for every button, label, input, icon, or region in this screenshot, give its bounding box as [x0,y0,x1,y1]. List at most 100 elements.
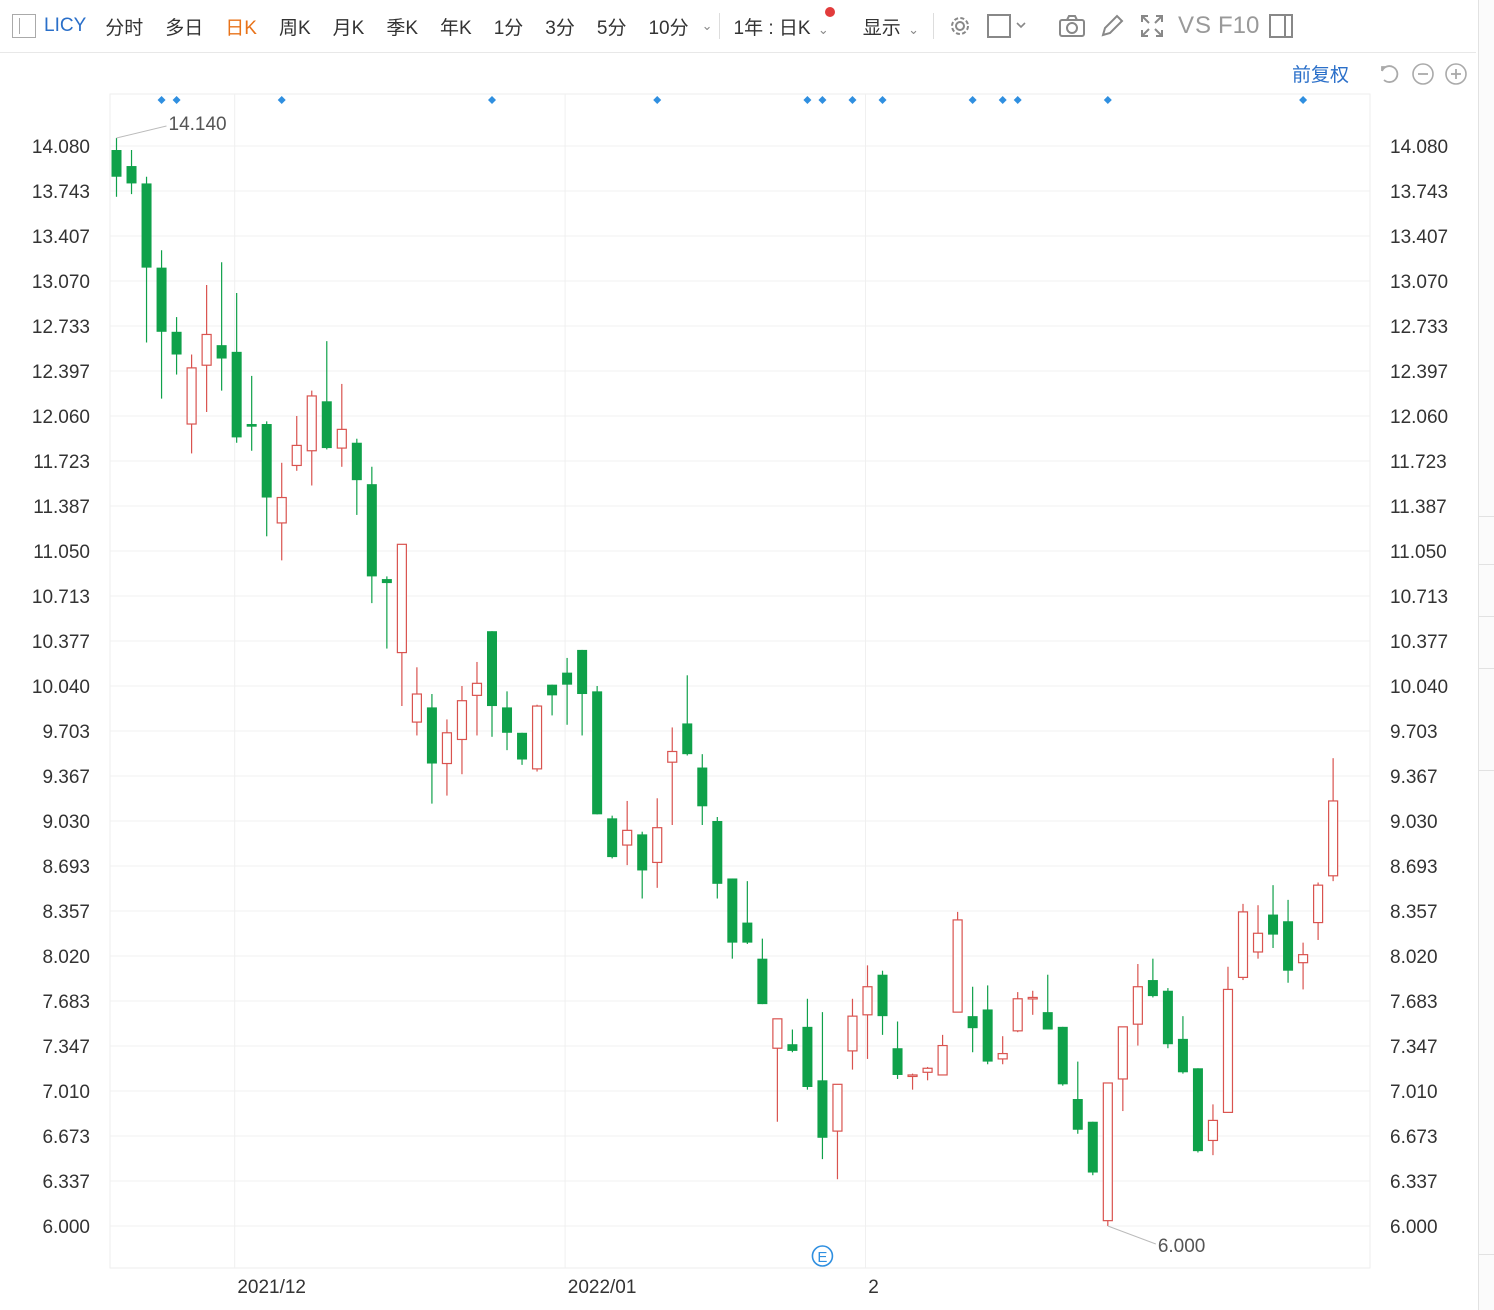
tab-9[interactable]: 5分 [586,13,638,40]
y-tick-label-right: 12.060 [1390,407,1448,428]
y-tick-label-left: 6.673 [42,1127,90,1148]
y-tick-label-left: 7.010 [42,1082,90,1103]
candle-body [922,1067,933,1073]
tab-3[interactable]: 周K [268,13,322,40]
dividend-marker [848,96,857,104]
y-tick-label-left: 9.030 [42,812,90,833]
y-tick-label-left: 13.070 [32,272,90,293]
range-selector[interactable]: 1年 : 日K ⌄ [726,6,837,40]
square-icon[interactable] [986,12,1030,40]
candle-body [1252,932,1264,953]
candle-body [847,1015,858,1052]
x-tick-label: 2 [868,1277,879,1298]
dividend-marker [818,96,827,104]
side-panel-edge [1478,0,1494,1310]
tab-8[interactable]: 3分 [534,13,586,40]
tab-6[interactable]: 年K [429,13,483,40]
candle-body [1117,1026,1128,1080]
candlestick-chart[interactable]: 14.080 14.080 13.743 13.743 13.407 13.407 13.0… [0,52,1476,1310]
y-tick-label-left: 12.397 [32,362,90,383]
dividend-marker [653,96,662,104]
candle-body [1162,990,1173,1045]
candle-body [1237,911,1249,978]
y-tick-label-right: 6.000 [1390,1217,1438,1238]
fullscreen-icon[interactable] [1138,12,1166,40]
y-tick-label-right: 6.673 [1390,1127,1438,1148]
y-tick-label-right: 13.407 [1390,227,1448,248]
candle-body [577,649,588,695]
candle-body [1057,1026,1068,1085]
y-tick-label-right: 8.357 [1390,902,1438,923]
tab-4[interactable]: 月K [322,13,376,40]
camera-icon[interactable] [1058,12,1086,40]
dividend-marker [172,96,181,104]
dividend-marker [968,96,977,104]
y-tick-label-right: 12.397 [1390,362,1448,383]
y-tick-label-right: 9.030 [1390,812,1438,833]
display-label: 显示 [862,17,901,39]
chevron-down-icon[interactable]: ⌄ [702,18,713,34]
y-tick-label-left: 10.377 [32,632,90,653]
f10-button[interactable]: F10 [1218,12,1259,40]
candle-body [1147,980,1158,997]
candle-body [351,442,362,481]
y-tick-label-right: 13.743 [1390,182,1448,203]
candle-body [907,1074,918,1078]
candle-body [171,331,182,355]
y-tick-label-right: 10.377 [1390,632,1448,653]
dividend-marker [1299,96,1308,104]
candle-body [727,878,738,943]
y-tick-label-right: 14.080 [1390,137,1448,158]
dividend-marker [1103,96,1112,104]
pencil-icon[interactable] [1098,12,1126,40]
x-tick-label: 2022/01 [568,1277,637,1298]
y-tick-label-left: 6.000 [42,1217,90,1238]
candle-body [411,693,422,723]
panel-icon[interactable] [1267,12,1295,40]
candle-body [1042,1012,1053,1030]
y-tick-label-right: 7.010 [1390,1082,1438,1103]
y-tick-label-right: 11.050 [1390,542,1447,563]
tab-1[interactable]: 多日 [154,13,214,40]
display-menu[interactable]: 显示 ⌄ [855,13,927,40]
y-tick-label-right: 10.713 [1390,587,1448,608]
candle-body [141,183,152,268]
candle-body [1207,1119,1219,1142]
y-tick-label-left: 6.337 [42,1172,90,1193]
chevron-down-icon: ⌄ [817,21,829,37]
toolbar-divider [718,13,720,39]
candle-body [426,707,437,764]
candle-body [456,700,468,741]
tab-5[interactable]: 季K [375,13,429,40]
dividend-marker [803,96,812,104]
candle-body [1027,996,1038,1000]
tab-list: 分时 多日 日K 周K 月K 季K 年K 1分 3分 5分 10分 [94,13,699,40]
candle-body [742,922,753,943]
vs-button[interactable]: VS [1178,12,1212,40]
candle-body [201,333,212,366]
candle-body [1102,1082,1113,1222]
layout-icon[interactable] [12,14,36,38]
candle-body [291,444,302,467]
tab-7[interactable]: 1分 [483,13,535,40]
y-tick-label-right: 8.020 [1390,947,1438,968]
candle-body [892,1048,903,1075]
dividend-marker [998,96,1007,104]
candle-body [126,166,137,184]
tab-0[interactable]: 分时 [94,13,154,40]
candle-body [1297,954,1309,964]
candle-body [637,834,648,871]
tab-2[interactable]: 日K [214,13,268,40]
tab-10[interactable]: 10分 [637,13,699,40]
candle-body [502,707,513,733]
y-tick-label-left: 9.703 [42,722,90,743]
candle-body [712,821,723,884]
candle-body [231,351,242,438]
x-tick-label: 2021/12 [237,1277,306,1298]
candle-body [1283,921,1294,971]
gear-icon[interactable] [946,12,974,40]
candle-body [982,1009,993,1062]
candle-body [471,682,483,696]
candle-body [216,345,227,359]
candle-body [1222,988,1234,1113]
